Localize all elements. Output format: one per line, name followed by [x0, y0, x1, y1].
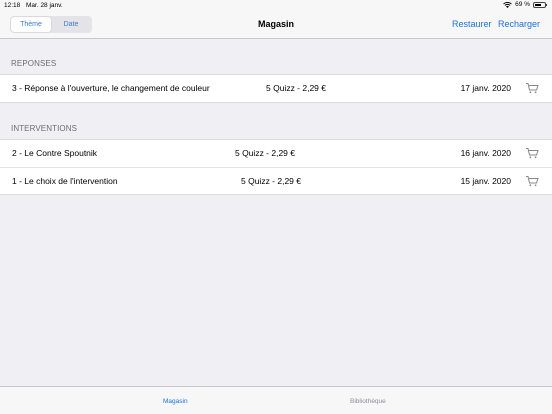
list-item[interactable]: 2 - Le Contre Spoutnik 5 Quizz - 2,29 € …	[0, 140, 552, 167]
section-header-interventions: INTERVENTIONS	[11, 124, 78, 133]
item-title: 2 - Le Contre Spoutnik	[12, 148, 98, 158]
item-price: 5 Quizz - 2,29 €	[266, 83, 327, 93]
battery-icon	[533, 1, 547, 8]
item-date: 16 janv. 2020	[460, 148, 511, 158]
item-price: 5 Quizz - 2,29 €	[241, 176, 302, 186]
item-title: 3 - Réponse à l'ouverture, le changement…	[12, 83, 210, 93]
cart-icon[interactable]	[525, 147, 539, 159]
cart-icon[interactable]	[525, 82, 539, 94]
list-item[interactable]: 1 - Le choix de l'intervention 5 Quizz -…	[0, 167, 552, 194]
cart-icon[interactable]	[525, 175, 539, 187]
section-header-reponses: REPONSES	[11, 59, 57, 68]
item-date: 15 janv. 2020	[460, 176, 511, 186]
section-list-interventions: 2 - Le Contre Spoutnik 5 Quizz - 2,29 € …	[0, 139, 552, 195]
item-title: 1 - Le choix de l'intervention	[12, 176, 118, 186]
status-time: 12:18	[4, 2, 21, 9]
reload-button[interactable]: Recharger	[498, 19, 540, 29]
item-date: 17 janv. 2020	[460, 83, 511, 93]
section-list-reponses: 3 - Réponse à l'ouverture, le changement…	[0, 74, 552, 103]
status-indicators: 69 %	[503, 1, 547, 8]
battery-percent: 69 %	[515, 1, 530, 8]
tab-bar: Magasin Bibliothèque	[0, 386, 552, 414]
item-price: 5 Quizz - 2,29 €	[235, 148, 296, 158]
restore-button[interactable]: Restaurer	[452, 19, 492, 29]
status-bar: 12:18 Mar. 28 janv. 69 %	[0, 0, 552, 12]
tab-bibliotheque[interactable]: Bibliothèque	[350, 398, 386, 405]
status-date: Mar. 28 janv.	[26, 2, 63, 9]
wifi-icon	[503, 1, 512, 8]
navigation-bar: Thème Date Magasin Restaurer Recharger	[0, 12, 552, 39]
tab-magasin[interactable]: Magasin	[163, 398, 188, 405]
list-item[interactable]: 3 - Réponse à l'ouverture, le changement…	[0, 75, 552, 102]
battery-fill	[535, 3, 541, 6]
